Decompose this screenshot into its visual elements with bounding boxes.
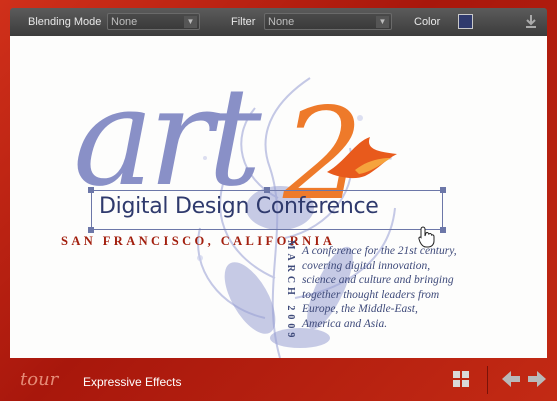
blending-mode-select[interactable]: None ▼: [107, 13, 200, 30]
filter-label: Filter: [231, 16, 256, 28]
conference-blurb: A conference for the 21st century, cover…: [302, 244, 460, 331]
download-icon[interactable]: [524, 13, 538, 29]
blurb-line: covering digital innovation,: [302, 259, 431, 272]
chevron-down-icon: ▼: [184, 16, 197, 28]
art-logo-text: art: [73, 59, 262, 217]
conference-headline[interactable]: Digital Design Conference: [99, 194, 444, 219]
selection-handle[interactable]: [88, 187, 94, 193]
selection-handle[interactable]: [440, 187, 446, 193]
filter-value: None: [268, 16, 295, 28]
blurb-line: together thought leaders from: [302, 288, 440, 301]
date-text: MARCH 2009: [285, 240, 296, 342]
color-swatch[interactable]: [458, 14, 473, 29]
bottom-bar: tour Expressive Effects: [0, 360, 557, 401]
flame-ornament: [327, 137, 397, 179]
selection-handle[interactable]: [88, 227, 94, 233]
blurb-line: Europe, the Middle-East,: [302, 303, 418, 315]
arrow-left-icon[interactable]: [501, 370, 521, 388]
grid-icon[interactable]: [452, 370, 470, 388]
artwork-canvas: art 2 Digital Design Conference SAN FRAN…: [10, 36, 547, 358]
selection-handle[interactable]: [264, 187, 270, 193]
divider: [487, 366, 488, 394]
selection-handle[interactable]: [440, 227, 446, 233]
arrow-right-icon[interactable]: [527, 370, 547, 388]
effects-toolbar: Blending Mode None ▼ Filter None ▼ Color: [10, 8, 547, 36]
blending-mode-label: Blending Mode: [28, 16, 102, 28]
blending-mode-value: None: [111, 16, 138, 28]
chevron-down-icon: ▼: [376, 16, 389, 28]
hand-cursor-icon: [418, 226, 435, 248]
section-title: Expressive Effects: [83, 375, 182, 389]
blurb-line: A conference for the 21st century,: [302, 245, 457, 257]
blurb-line: America and Asia.: [302, 317, 388, 330]
filter-select[interactable]: None ▼: [264, 13, 392, 30]
blurb-line: science and culture and bringing: [302, 274, 454, 286]
color-label: Color: [414, 16, 441, 28]
tour-logo: tour: [20, 369, 59, 390]
